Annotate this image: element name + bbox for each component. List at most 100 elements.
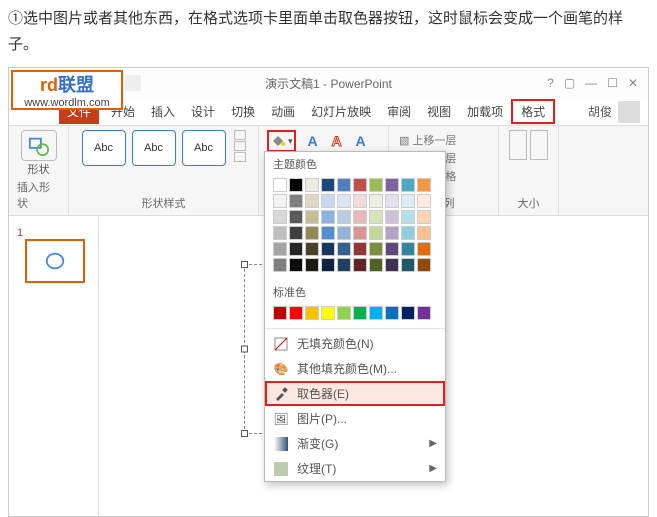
- color-swatch[interactable]: [401, 258, 415, 272]
- color-swatch[interactable]: [353, 194, 367, 208]
- shape-styles-gallery[interactable]: Abc Abc Abc: [82, 130, 246, 166]
- style-preset-2[interactable]: Abc: [132, 130, 176, 166]
- style-preset-1[interactable]: Abc: [82, 130, 126, 166]
- more-colors-item[interactable]: 🎨 其他填充颜色(M)...: [265, 356, 445, 381]
- color-swatch[interactable]: [417, 306, 431, 320]
- color-swatch[interactable]: [369, 226, 383, 240]
- gallery-more-icon[interactable]: [234, 152, 246, 162]
- gallery-down-icon[interactable]: [234, 141, 246, 151]
- color-swatch[interactable]: [417, 194, 431, 208]
- color-swatch[interactable]: [337, 226, 351, 240]
- color-swatch[interactable]: [369, 178, 383, 192]
- close-icon[interactable]: ✕: [628, 76, 638, 90]
- color-swatch[interactable]: [353, 258, 367, 272]
- color-swatch[interactable]: [385, 258, 399, 272]
- color-swatch[interactable]: [289, 226, 303, 240]
- color-swatch[interactable]: [289, 178, 303, 192]
- color-swatch[interactable]: [321, 306, 335, 320]
- style-preset-3[interactable]: Abc: [182, 130, 226, 166]
- color-swatch[interactable]: [321, 178, 335, 192]
- tab-format[interactable]: 格式: [511, 99, 555, 124]
- tab-review[interactable]: 审阅: [379, 99, 419, 124]
- user-account[interactable]: 胡俊: [588, 101, 648, 123]
- color-swatch[interactable]: [385, 306, 399, 320]
- picture-fill-item[interactable]: 🖼 图片(P)...: [265, 406, 445, 431]
- color-swatch[interactable]: [401, 242, 415, 256]
- color-swatch[interactable]: [417, 210, 431, 224]
- color-swatch[interactable]: [273, 306, 287, 320]
- color-swatch[interactable]: [417, 226, 431, 240]
- bring-forward-button[interactable]: ▧上移一层: [399, 132, 456, 148]
- resize-handle-w[interactable]: [241, 346, 248, 353]
- color-swatch[interactable]: [353, 306, 367, 320]
- color-swatch[interactable]: [273, 242, 287, 256]
- text-effects-a[interactable]: A: [350, 130, 372, 152]
- color-swatch[interactable]: [321, 242, 335, 256]
- tab-insert[interactable]: 插入: [143, 99, 183, 124]
- wordart-styles[interactable]: A A A: [302, 130, 372, 152]
- color-swatch[interactable]: [385, 210, 399, 224]
- color-swatch[interactable]: [273, 194, 287, 208]
- slide-thumbnail-1[interactable]: [25, 239, 85, 283]
- gallery-up-icon[interactable]: [234, 130, 246, 140]
- color-swatch[interactable]: [369, 242, 383, 256]
- help-icon[interactable]: ?: [547, 76, 554, 90]
- color-swatch[interactable]: [273, 210, 287, 224]
- texture-fill-item[interactable]: 纹理(T) ▶: [265, 456, 445, 481]
- color-swatch[interactable]: [401, 178, 415, 192]
- no-fill-item[interactable]: 无填充颜色(N): [265, 331, 445, 356]
- minimize-icon[interactable]: —: [585, 76, 597, 90]
- color-swatch[interactable]: [305, 226, 319, 240]
- text-fill-a[interactable]: A: [302, 130, 324, 152]
- color-swatch[interactable]: [305, 242, 319, 256]
- color-swatch[interactable]: [369, 210, 383, 224]
- color-swatch[interactable]: [385, 194, 399, 208]
- color-swatch[interactable]: [401, 226, 415, 240]
- color-swatch[interactable]: [369, 194, 383, 208]
- color-swatch[interactable]: [305, 178, 319, 192]
- color-swatch[interactable]: [337, 258, 351, 272]
- color-swatch[interactable]: [305, 306, 319, 320]
- color-swatch[interactable]: [305, 194, 319, 208]
- text-outline-a[interactable]: A: [326, 130, 348, 152]
- color-swatch[interactable]: [337, 242, 351, 256]
- color-swatch[interactable]: [353, 226, 367, 240]
- color-swatch[interactable]: [289, 194, 303, 208]
- color-swatch[interactable]: [337, 306, 351, 320]
- resize-handle-nw[interactable]: [241, 261, 248, 268]
- color-swatch[interactable]: [321, 258, 335, 272]
- tab-slideshow[interactable]: 幻灯片放映: [303, 99, 379, 124]
- color-swatch[interactable]: [273, 258, 287, 272]
- color-swatch[interactable]: [417, 178, 431, 192]
- color-swatch[interactable]: [305, 210, 319, 224]
- shape-fill-button[interactable]: ▾: [267, 130, 296, 152]
- color-swatch[interactable]: [417, 242, 431, 256]
- color-swatch[interactable]: [273, 226, 287, 240]
- shapes-gallery-button[interactable]: [21, 130, 57, 161]
- color-swatch[interactable]: [289, 306, 303, 320]
- color-swatch[interactable]: [401, 210, 415, 224]
- color-swatch[interactable]: [289, 258, 303, 272]
- color-swatch[interactable]: [337, 178, 351, 192]
- color-swatch[interactable]: [289, 210, 303, 224]
- color-swatch[interactable]: [401, 306, 415, 320]
- color-swatch[interactable]: [385, 178, 399, 192]
- tab-view[interactable]: 视图: [419, 99, 459, 124]
- tab-animations[interactable]: 动画: [263, 99, 303, 124]
- gradient-fill-item[interactable]: 渐变(G) ▶: [265, 431, 445, 456]
- color-swatch[interactable]: [401, 194, 415, 208]
- color-swatch[interactable]: [321, 210, 335, 224]
- color-swatch[interactable]: [353, 178, 367, 192]
- size-height-icon[interactable]: [509, 130, 527, 160]
- color-swatch[interactable]: [353, 210, 367, 224]
- color-swatch[interactable]: [385, 242, 399, 256]
- color-swatch[interactable]: [305, 258, 319, 272]
- resize-handle-sw[interactable]: [241, 430, 248, 437]
- qat-start-icon[interactable]: [125, 75, 141, 91]
- color-swatch[interactable]: [369, 306, 383, 320]
- tab-transitions[interactable]: 切换: [223, 99, 263, 124]
- size-width-icon[interactable]: [530, 130, 548, 160]
- tab-design[interactable]: 设计: [183, 99, 223, 124]
- color-swatch[interactable]: [321, 226, 335, 240]
- eyedropper-item[interactable]: 取色器(E): [265, 381, 445, 406]
